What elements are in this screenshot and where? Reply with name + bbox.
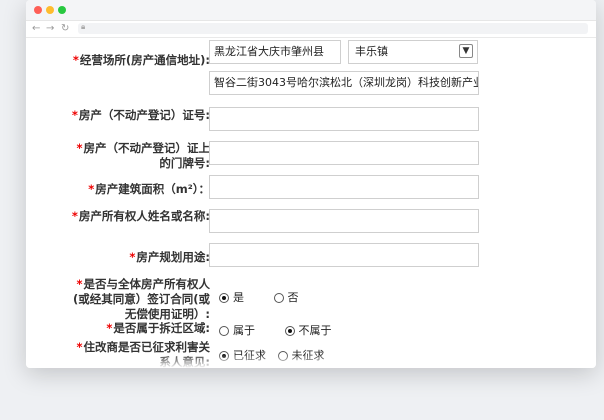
back-arrow-icon[interactable]: ←: [32, 22, 40, 36]
window-titlebar: [26, 0, 596, 21]
lock-icon: 🔒︎: [81, 22, 86, 31]
close-window-icon[interactable]: [34, 6, 42, 14]
radio-unchecked-icon[interactable]: [273, 293, 284, 303]
browser-window: ← → ↻ 🔒︎ *经营场所(房产通信地址): 黑龙江省大庆市肇州县 丰乐镇 ▼…: [26, 0, 596, 368]
business-place-label: *经营场所(房产通信地址):: [72, 53, 210, 67]
contract-radio-group: 是 否: [219, 289, 325, 305]
owner-name-input[interactable]: [209, 209, 479, 233]
radio-unchecked-icon[interactable]: [219, 326, 229, 336]
planned-use-input[interactable]: [209, 243, 479, 267]
chevron-down-icon[interactable]: ▼: [459, 44, 473, 58]
radio-checked-icon[interactable]: [284, 326, 295, 336]
street-address-field[interactable]: 智谷二街3043号哈尔滨松北（深圳龙岗）科技创新产业园: [209, 71, 479, 95]
contract-option-no[interactable]: 否: [273, 289, 299, 305]
cert-number-label: *房产（不动产登记）证号:: [71, 108, 210, 122]
address-bar[interactable]: 🔒︎: [78, 22, 588, 34]
owner-name-label: *房产所有权人姓名或名称:: [71, 209, 210, 223]
minimize-window-icon[interactable]: [46, 6, 54, 14]
demolition-option-no[interactable]: 不属于: [284, 322, 332, 338]
planned-use-label: *房产规划用途:: [129, 250, 210, 264]
reload-icon[interactable]: ↻: [61, 22, 69, 36]
browser-navbar: ← → ↻ 🔒︎: [26, 21, 596, 38]
building-area-input[interactable]: [209, 175, 479, 199]
province-city-county-field[interactable]: 黑龙江省大庆市肇州县: [209, 40, 341, 64]
forward-arrow-icon[interactable]: →: [46, 22, 54, 36]
demolition-option-yes[interactable]: 属于: [219, 322, 255, 338]
cert-number-input[interactable]: [209, 107, 479, 131]
contract-label: *是否与全体房产所有权人(或经其同意）签订合同(或无偿使用证明）:: [72, 277, 210, 321]
bottom-fade: [26, 354, 596, 368]
radio-checked-icon[interactable]: [219, 293, 229, 303]
demolition-radio-group: 属于 不属于: [219, 322, 358, 338]
door-plate-input[interactable]: [209, 141, 479, 165]
demolition-label: *是否属于拆迁区域:: [106, 321, 210, 335]
building-area-label: *房产建筑面积（m²）：: [88, 182, 210, 196]
town-select[interactable]: 丰乐镇 ▼: [348, 40, 478, 64]
door-plate-label: *房产（不动产登记）证上的门牌号:: [76, 141, 210, 170]
form-content: *经营场所(房产通信地址): 黑龙江省大庆市肇州县 丰乐镇 ▼ 智谷二街3043…: [26, 37, 596, 368]
contract-option-yes[interactable]: 是: [219, 289, 244, 305]
maximize-window-icon[interactable]: [58, 6, 66, 14]
